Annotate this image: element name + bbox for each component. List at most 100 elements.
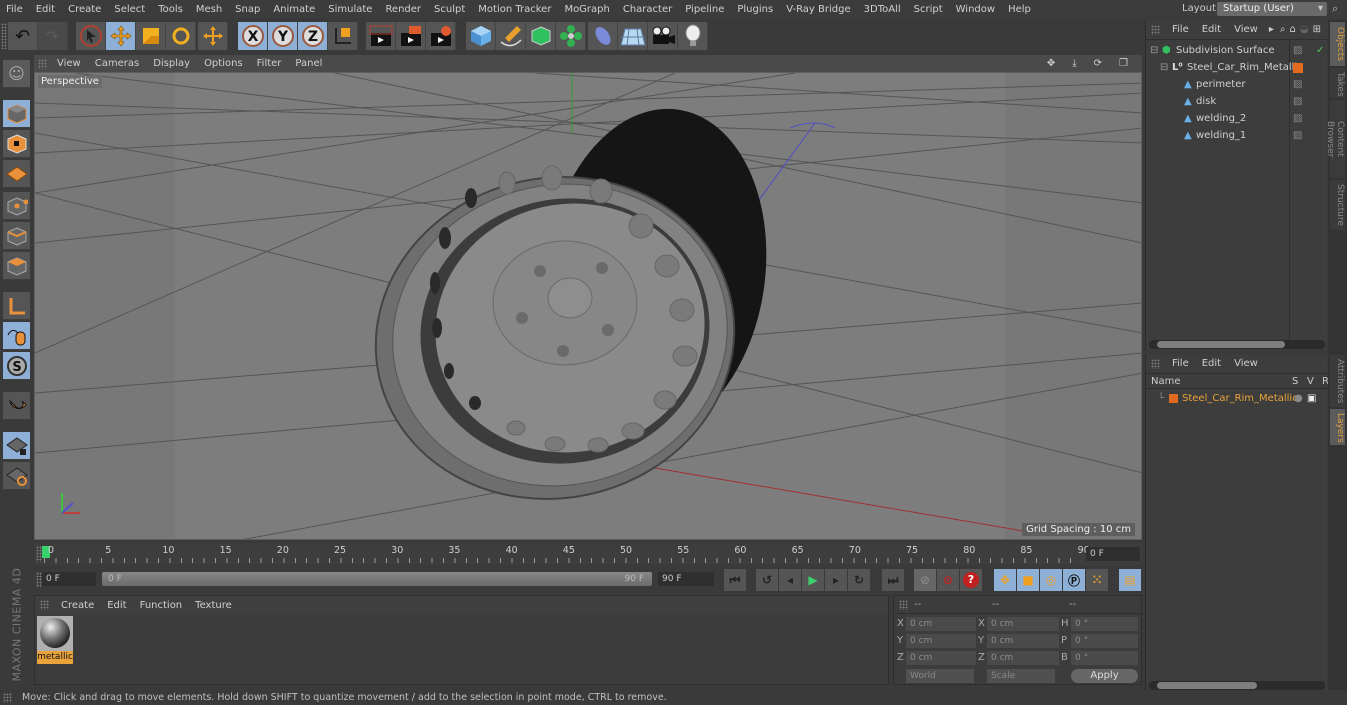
more-arrow-icon[interactable]: ▸	[1265, 24, 1278, 35]
editor-visibility-icon[interactable]: ▨	[1293, 93, 1302, 110]
rot-h-field[interactable]: 0 °	[1071, 617, 1138, 631]
search-objects-icon[interactable]: ⌕	[1278, 24, 1288, 35]
render-picture-viewer-button[interactable]	[396, 22, 426, 50]
menu-help[interactable]: Help	[1002, 4, 1038, 15]
snap-button[interactable]	[3, 392, 30, 420]
subdivision-surface-button[interactable]	[526, 22, 556, 50]
menu-tools[interactable]: Tools	[152, 4, 190, 15]
object-row[interactable]: ⊟ L⁰ Steel_Car_Rim_Metallic	[1146, 59, 1328, 76]
layer-color-swatch[interactable]	[1169, 394, 1178, 403]
material-menu-texture[interactable]: Texture	[189, 600, 239, 611]
tab-content-browser[interactable]: Content Browser	[1325, 100, 1345, 178]
maximize-view-icon[interactable]: ❐	[1113, 58, 1136, 69]
menu-file[interactable]: File	[0, 4, 30, 15]
viewport-grip[interactable]	[38, 58, 47, 69]
menu-pipeline[interactable]: Pipeline	[679, 4, 731, 15]
object-row[interactable]: ⊟ ⬢ Subdivision Surface ▨ ✓	[1146, 42, 1328, 59]
next-frame-button[interactable]: ▸	[825, 569, 847, 591]
size-x-field[interactable]: 0 cm	[987, 617, 1059, 631]
object-row[interactable]: ▲ perimeter ▨	[1146, 76, 1328, 93]
viewport-menu-filter[interactable]: Filter	[251, 58, 290, 69]
menu-vray-bridge[interactable]: V-Ray Bridge	[780, 4, 857, 15]
solo-mode-button[interactable]: S	[3, 352, 30, 380]
layer-menu-edit[interactable]: Edit	[1196, 358, 1228, 369]
pen-spline-button[interactable]	[496, 22, 526, 50]
rot-p-field[interactable]: 0 °	[1071, 634, 1138, 648]
size-mode-dropdown[interactable]: Scale	[987, 669, 1055, 683]
material-menu-function[interactable]: Function	[134, 600, 190, 611]
workplane-align-button[interactable]	[3, 462, 30, 490]
next-key-button[interactable]: ↻	[848, 569, 870, 591]
editor-visibility-icon[interactable]: ▨	[1293, 127, 1302, 144]
material-swatch-metallic[interactable]: metallic	[37, 616, 73, 664]
tab-layers[interactable]: Layers	[1330, 409, 1345, 445]
scroll-thumb[interactable]	[1157, 341, 1285, 348]
autokey-button[interactable]: ⊙	[937, 569, 959, 591]
editor-visibility-icon[interactable]: ▨	[1293, 42, 1302, 59]
key-scale-button[interactable]: ■	[1017, 569, 1039, 591]
enabled-check-icon[interactable]: ✓	[1316, 42, 1324, 59]
menu-window[interactable]: Window	[950, 4, 1002, 15]
rot-b-field[interactable]: 0 °	[1071, 651, 1138, 665]
coordinate-system-button[interactable]	[328, 22, 358, 50]
key-pla-button[interactable]: ⁙	[1086, 569, 1108, 591]
home-icon[interactable]: ⌂	[1287, 24, 1297, 35]
y-axis-toggle[interactable]: Y	[268, 22, 298, 50]
points-mode-button[interactable]	[3, 192, 30, 220]
menu-select[interactable]: Select	[108, 4, 152, 15]
new-window-icon[interactable]: ⊞	[1311, 24, 1323, 35]
key-parameter-button[interactable]: Ⓟ	[1063, 569, 1085, 591]
object-menu-view[interactable]: View	[1228, 24, 1265, 35]
search-icon[interactable]: ⌕	[1332, 2, 1338, 16]
menu-create[interactable]: Create	[62, 4, 108, 15]
menu-character[interactable]: Character	[617, 4, 679, 15]
menu-mesh[interactable]: Mesh	[190, 4, 229, 15]
redo-button[interactable]: ↷	[38, 22, 68, 50]
tab-takes[interactable]: Takes	[1330, 68, 1345, 98]
coordinate-mode-dropdown[interactable]: World	[906, 669, 974, 683]
scale-tool-button[interactable]	[136, 22, 166, 50]
edges-mode-button[interactable]	[3, 222, 30, 250]
menu-render[interactable]: Render	[379, 4, 428, 15]
menu-plugins[interactable]: Plugins	[731, 4, 780, 15]
solo-dot-icon[interactable]: ●	[1294, 390, 1303, 407]
menu-3dtoall[interactable]: 3DToAll	[858, 4, 908, 15]
editor-visibility-icon[interactable]: ▨	[1293, 110, 1302, 127]
workplane-mode-button[interactable]	[3, 160, 30, 188]
dolly-view-icon[interactable]: ⤓	[1066, 58, 1084, 69]
rotate-view-icon[interactable]: ⟳	[1088, 58, 1110, 69]
keyframe-selection-button[interactable]: ?	[960, 569, 982, 591]
edit-render-settings-button[interactable]	[426, 22, 456, 50]
pos-z-field[interactable]: 0 cm	[906, 651, 976, 665]
current-frame-field[interactable]: 0 F	[1086, 547, 1140, 561]
previous-key-button[interactable]: ↺	[756, 569, 778, 591]
recent-tool-button[interactable]	[198, 22, 228, 50]
object-menu-file[interactable]: File	[1166, 24, 1196, 35]
toolbar-grip[interactable]	[1, 23, 7, 49]
menu-sculpt[interactable]: Sculpt	[428, 4, 472, 15]
tab-structure[interactable]: Structure	[1330, 180, 1345, 230]
visible-toggle-icon[interactable]: ▣	[1307, 390, 1316, 407]
undo-button[interactable]: ↶	[8, 22, 38, 50]
object-row[interactable]: ▲ welding_2 ▨	[1146, 110, 1328, 127]
x-axis-toggle[interactable]: X	[238, 22, 268, 50]
key-rotation-button[interactable]: ◎	[1040, 569, 1062, 591]
layer-row[interactable]: └ Steel_Car_Rim_Metallic ● ▣	[1146, 390, 1328, 407]
menu-snap[interactable]: Snap	[229, 4, 267, 15]
layer-menu-file[interactable]: File	[1166, 358, 1196, 369]
live-selection-button[interactable]	[76, 22, 106, 50]
frame-range-slider[interactable]: 0 F 90 F	[102, 572, 652, 586]
model-mode-button[interactable]	[3, 100, 30, 128]
timeline-window-button[interactable]: ▤	[1119, 569, 1141, 591]
move-tool-button[interactable]	[106, 22, 136, 50]
tweak-mode-button[interactable]	[3, 322, 30, 350]
size-y-field[interactable]: 0 cm	[987, 634, 1059, 648]
go-to-end-button[interactable]: ⏭	[882, 569, 904, 591]
cloner-button[interactable]	[556, 22, 586, 50]
sculpt-layout-button[interactable]: ☺	[3, 60, 30, 88]
previous-frame-button[interactable]: ◂	[779, 569, 801, 591]
texture-mode-button[interactable]	[3, 130, 30, 158]
deformer-button[interactable]	[588, 22, 618, 50]
object-horizontal-scrollbar[interactable]	[1149, 340, 1325, 349]
menu-simulate[interactable]: Simulate	[322, 4, 379, 15]
